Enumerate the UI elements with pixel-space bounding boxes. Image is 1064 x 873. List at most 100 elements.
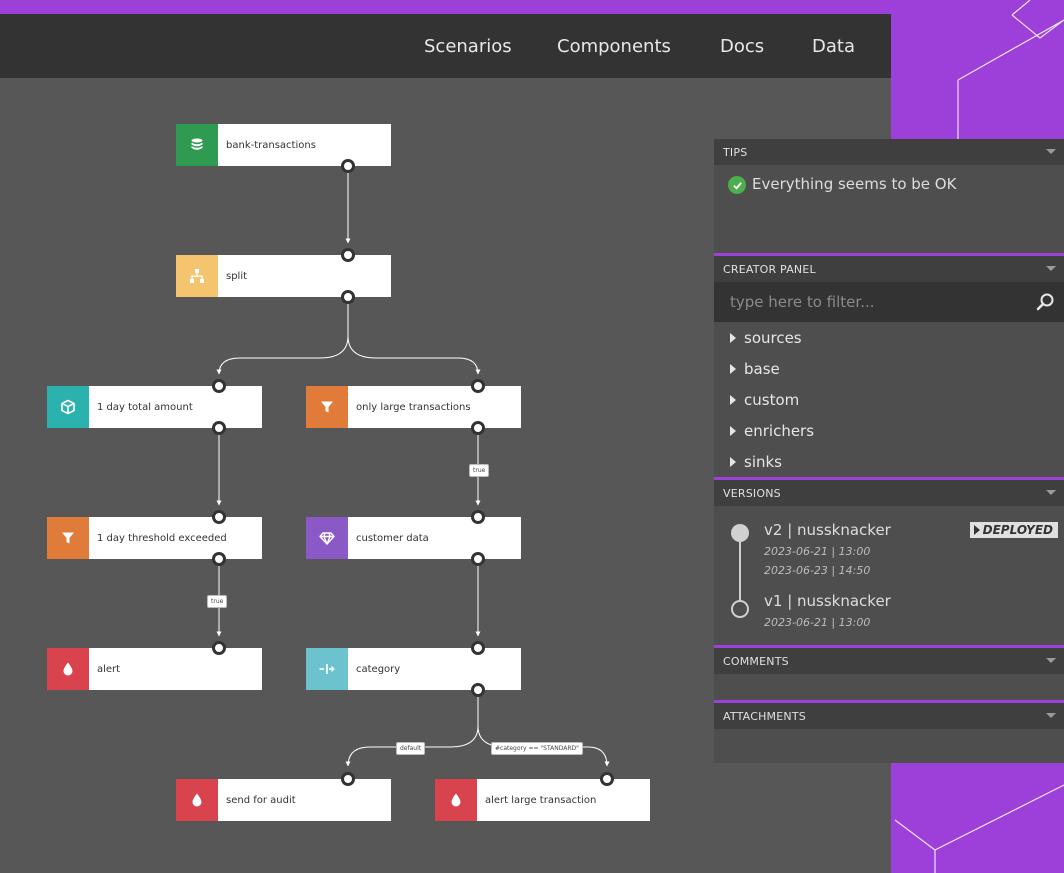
creator-filter xyxy=(714,282,1064,322)
filter-icon xyxy=(47,517,89,559)
comments-panel-header[interactable]: COMMENTS xyxy=(714,648,1064,674)
panel-title: TIPS xyxy=(723,145,748,159)
nav-docs[interactable]: Docs xyxy=(720,36,764,57)
node-label: 1 day threshold exceeded xyxy=(97,532,227,544)
edge-label-true: true xyxy=(469,464,490,477)
version-title[interactable]: v2 | nussknacker xyxy=(764,521,891,539)
group-label: sources xyxy=(744,328,802,347)
search-icon[interactable] xyxy=(1035,292,1055,312)
database-icon xyxy=(176,124,218,166)
creator-group-sources[interactable]: sources xyxy=(714,322,1064,353)
caret-down-icon xyxy=(1046,266,1056,271)
version-title[interactable]: v1 | nussknacker xyxy=(764,592,891,610)
caret-down-icon xyxy=(1046,658,1056,663)
versions-panel-header[interactable]: VERSIONS xyxy=(714,480,1064,506)
creator-filter-input[interactable] xyxy=(714,282,1024,322)
input-port[interactable] xyxy=(600,772,614,786)
edge-label-true: true xyxy=(207,595,228,608)
output-port[interactable] xyxy=(471,552,485,566)
node-send-for-audit[interactable]: send for audit xyxy=(176,779,391,821)
group-label: custom xyxy=(744,390,800,409)
attachments-panel-header[interactable]: ATTACHMENTS xyxy=(714,703,1064,729)
input-port[interactable] xyxy=(341,772,355,786)
input-port[interactable] xyxy=(212,510,226,524)
creator-group-enrichers[interactable]: enrichers xyxy=(714,415,1064,446)
node-label: only large transactions xyxy=(356,401,471,413)
node-alert-large-transaction[interactable]: alert large transaction xyxy=(435,779,650,821)
tips-panel-body: Everything seems to be OK xyxy=(714,165,1064,253)
attachments-panel-body xyxy=(714,729,1064,763)
caret-right-icon xyxy=(730,425,736,436)
node-customer-data[interactable]: customer data xyxy=(306,517,521,559)
edge-label-default: default xyxy=(396,742,426,755)
play-icon xyxy=(973,525,980,535)
right-sidebar: TIPS Everything seems to be OK CREATOR P… xyxy=(714,139,1064,763)
comments-panel-body xyxy=(714,674,1064,700)
version-date: 2023-06-23 | 14:50 xyxy=(764,564,871,577)
node-label: split xyxy=(226,270,248,282)
node-only-large-transactions[interactable]: only large transactions xyxy=(306,386,521,428)
badge-label: DEPLOYED xyxy=(982,523,1053,537)
input-port[interactable] xyxy=(471,641,485,655)
panel-title: ATTACHMENTS xyxy=(723,709,806,723)
caret-down-icon xyxy=(1046,149,1056,154)
filter-icon xyxy=(306,386,348,428)
node-split[interactable]: split xyxy=(176,255,391,297)
node-bank-transactions[interactable]: bank-transactions xyxy=(176,124,391,166)
tips-message: Everything seems to be OK xyxy=(752,175,957,193)
edge xyxy=(347,335,481,375)
switch-icon xyxy=(306,648,348,690)
node-category[interactable]: category xyxy=(306,648,521,690)
nav-components[interactable]: Components xyxy=(557,36,671,57)
node-label: alert xyxy=(97,663,121,675)
node-alert[interactable]: alert xyxy=(47,648,262,690)
output-port[interactable] xyxy=(212,552,226,566)
caret-right-icon xyxy=(730,456,736,467)
group-label: enrichers xyxy=(744,421,815,440)
output-port[interactable] xyxy=(341,159,355,173)
creator-group-base[interactable]: base xyxy=(714,353,1064,384)
caret-down-icon xyxy=(1046,490,1056,495)
caret-down-icon xyxy=(1046,713,1056,718)
output-port[interactable] xyxy=(341,290,355,304)
gem-icon xyxy=(306,517,348,559)
input-port[interactable] xyxy=(212,641,226,655)
input-port[interactable] xyxy=(212,379,226,393)
creator-panel-header[interactable]: CREATOR PANEL xyxy=(714,256,1064,282)
drop-icon xyxy=(176,779,218,821)
node-1-day-threshold-exceeded[interactable]: 1 day threshold exceeded xyxy=(47,517,262,559)
creator-group-custom[interactable]: custom xyxy=(714,384,1064,415)
creator-group-sinks[interactable]: sinks xyxy=(714,446,1064,477)
nav-data[interactable]: Data xyxy=(812,36,855,57)
output-port[interactable] xyxy=(212,421,226,435)
panel-title: CREATOR PANEL xyxy=(723,262,816,276)
output-port[interactable] xyxy=(471,683,485,697)
drop-icon xyxy=(47,648,89,690)
output-port[interactable] xyxy=(471,421,485,435)
node-label: 1 day total amount xyxy=(97,401,193,413)
node-label: customer data xyxy=(356,532,429,544)
edge xyxy=(345,697,479,767)
input-port[interactable] xyxy=(471,510,485,524)
node-1-day-total-amount[interactable]: 1 day total amount xyxy=(47,386,262,428)
edge xyxy=(216,304,349,375)
input-port[interactable] xyxy=(471,379,485,393)
node-label: send for audit xyxy=(226,794,296,806)
tips-panel-header[interactable]: TIPS xyxy=(714,139,1064,165)
node-label: alert large transaction xyxy=(485,794,597,806)
caret-right-icon xyxy=(730,363,736,374)
panel-title: VERSIONS xyxy=(723,486,781,500)
node-label: category xyxy=(356,663,401,675)
nav-scenarios[interactable]: Scenarios xyxy=(424,36,512,57)
node-label: bank-transactions xyxy=(226,139,316,151)
input-port[interactable] xyxy=(341,248,355,262)
drop-icon xyxy=(435,779,477,821)
group-label: base xyxy=(744,359,780,378)
caret-right-icon xyxy=(730,332,736,343)
version-date: 2023-06-21 | 13:00 xyxy=(764,616,871,629)
panel-title: COMMENTS xyxy=(723,654,789,668)
cube-icon xyxy=(47,386,89,428)
edge-label-standard: #category == "STANDARD" xyxy=(491,742,583,755)
caret-right-icon xyxy=(730,394,736,405)
version-date: 2023-06-21 | 13:00 xyxy=(764,545,871,558)
